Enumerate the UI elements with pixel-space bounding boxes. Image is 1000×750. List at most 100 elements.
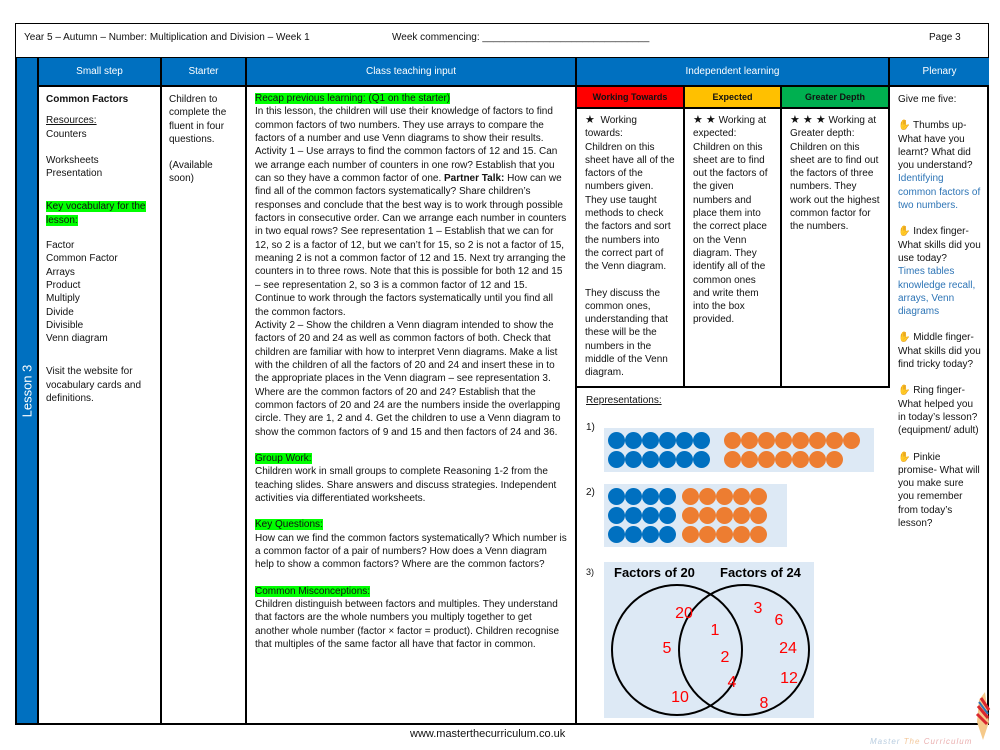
page-number: Page 3 (929, 32, 961, 43)
venn-right-title: Factors of 24 (720, 565, 802, 580)
plenary-cell: Give me five: ✋ Thumbs up- What have you… (890, 87, 989, 723)
orange-counter (750, 488, 767, 505)
star-icon: ★ ★ (693, 114, 716, 126)
activity-1-text: In this lesson, the children will use th… (255, 106, 567, 318)
orange-counter (716, 507, 733, 524)
orange-counter (775, 451, 792, 468)
plenary-item: ✋ Thumbs up- What have you learnt? What … (898, 119, 981, 212)
resource-item: Worksheets (46, 154, 99, 166)
level-working-towards: Working Towards (577, 87, 685, 109)
footer-url[interactable]: www.masterthecurriculum.co.uk (410, 728, 565, 740)
venn-number: 3 (754, 600, 763, 617)
blue-counter (642, 507, 659, 524)
blue-counter (625, 526, 642, 543)
orange-counter (775, 432, 792, 449)
hand-icon: ✋ (898, 385, 911, 397)
footer-logo: Master The Curriculum (870, 737, 973, 746)
blue-counter (642, 451, 659, 468)
blue-counter (625, 507, 642, 524)
pencil-logo-icon (975, 692, 991, 740)
vocab-item: Divide (46, 306, 74, 318)
blue-counter (642, 526, 659, 543)
vocab-item: Venn diagram (46, 333, 108, 345)
orange-counter (733, 488, 750, 505)
rep-2-counters (604, 484, 787, 547)
blue-counter (659, 451, 676, 468)
venn-number: 1 (711, 622, 720, 639)
plenary-item: ✋ Middle finger- What skills did you fin… (898, 331, 981, 371)
working-towards-cell: ★ Working towards: Children on this shee… (577, 109, 685, 388)
orange-counter (724, 432, 741, 449)
class-teaching-cell: Recap previous learning: (Q1 on the star… (247, 87, 577, 723)
venn-number: 10 (671, 689, 689, 706)
orange-counter (682, 488, 699, 505)
vocab-item: Divisible (46, 319, 84, 331)
plenary-intro: Give me five: (898, 94, 957, 105)
header-small-step: Small step (39, 58, 162, 87)
website-note: Visit the website for vocabulary cards a… (46, 366, 142, 405)
blue-counter (676, 432, 693, 449)
blue-counter (625, 432, 642, 449)
vocab-item: Factor (46, 240, 75, 252)
recap-label: Recap previous learning: (Q1 on the star… (255, 93, 451, 104)
level-greater-depth: Greater Depth (782, 87, 890, 109)
rep-1-counters (604, 428, 874, 472)
star-icon: ★ ★ ★ (790, 114, 826, 126)
blue-counter (659, 488, 676, 505)
rep-3-label: 3) (586, 567, 595, 577)
blue-counter (693, 432, 710, 449)
activity-2-text: Activity 2 – Show the children a Venn di… (255, 319, 561, 438)
blue-counter (676, 451, 693, 468)
blue-counter (659, 432, 676, 449)
week-commencing: Week commencing: _______________________… (392, 32, 650, 43)
orange-counter (750, 507, 767, 524)
starter-cell: Children to complete the fluent in four … (162, 87, 247, 723)
blue-counter (642, 488, 659, 505)
blue-counter (642, 432, 659, 449)
plenary-question: ✋ Thumbs up- What have you learnt? What … (898, 120, 973, 172)
plenary-question: ✋ Middle finger- What skills did you fin… (898, 332, 981, 371)
blue-counter (693, 451, 710, 468)
orange-counter (699, 526, 716, 543)
orange-counter (741, 432, 758, 449)
venn-number: 12 (780, 670, 798, 687)
blue-counter (608, 432, 625, 449)
misconceptions-text: Children distinguish between factors and… (255, 599, 560, 651)
orange-counter (809, 451, 826, 468)
orange-counter (699, 488, 716, 505)
representations-label: Representations: (586, 395, 662, 406)
venn-diagram: Factors of 20 Factors of 24 205101243624… (604, 562, 814, 718)
hand-icon: ✋ (898, 332, 911, 344)
small-step-cell: Common Factors Resources: Counters Works… (39, 87, 162, 723)
venn-number: 20 (675, 605, 693, 622)
starter-note: (Available soon) (169, 160, 213, 185)
level-text-2: They discuss the common ones, understand… (585, 287, 668, 379)
resource-item: Counters (46, 128, 87, 140)
vocab-item: Product (46, 279, 81, 291)
venn-number: 8 (760, 695, 769, 712)
level-text: Children on this sheet have all of the f… (585, 141, 675, 273)
small-step-title: Common Factors (46, 94, 129, 105)
rep-1-label: 1) (586, 422, 595, 433)
venn-left-title: Factors of 20 (614, 565, 695, 580)
page-header: Year 5 – Autumn – Number: Multiplication… (15, 23, 989, 59)
blue-counter (659, 526, 676, 543)
orange-counter (733, 507, 750, 524)
key-questions-text: How can we find the common factors syste… (255, 532, 567, 571)
lesson-strip: Lesson 3 (17, 58, 39, 723)
greater-depth-cell: ★ ★ ★ Working at Greater depth: Children… (782, 109, 890, 388)
orange-counter (716, 526, 733, 543)
plenary-question: ✋ Ring finger- What helped you in today’… (898, 385, 979, 437)
level-text: Children on this sheet are to find out t… (693, 141, 768, 326)
hand-icon: ✋ (898, 120, 911, 132)
key-questions-label: Key Questions: (255, 519, 323, 531)
blue-counter (608, 526, 625, 543)
orange-counter (724, 451, 741, 468)
resources-label: Resources: (46, 115, 97, 127)
header-starter: Starter (162, 58, 247, 87)
header-class-teaching: Class teaching input (247, 58, 577, 87)
vocab-label: Key vocabulary for the lesson: (46, 201, 146, 226)
level-expected: Expected (685, 87, 782, 109)
starter-text: Children to complete the fluent in four … (169, 94, 227, 145)
plenary-answer: Times tables knowledge recall, arrays, V… (898, 266, 976, 318)
